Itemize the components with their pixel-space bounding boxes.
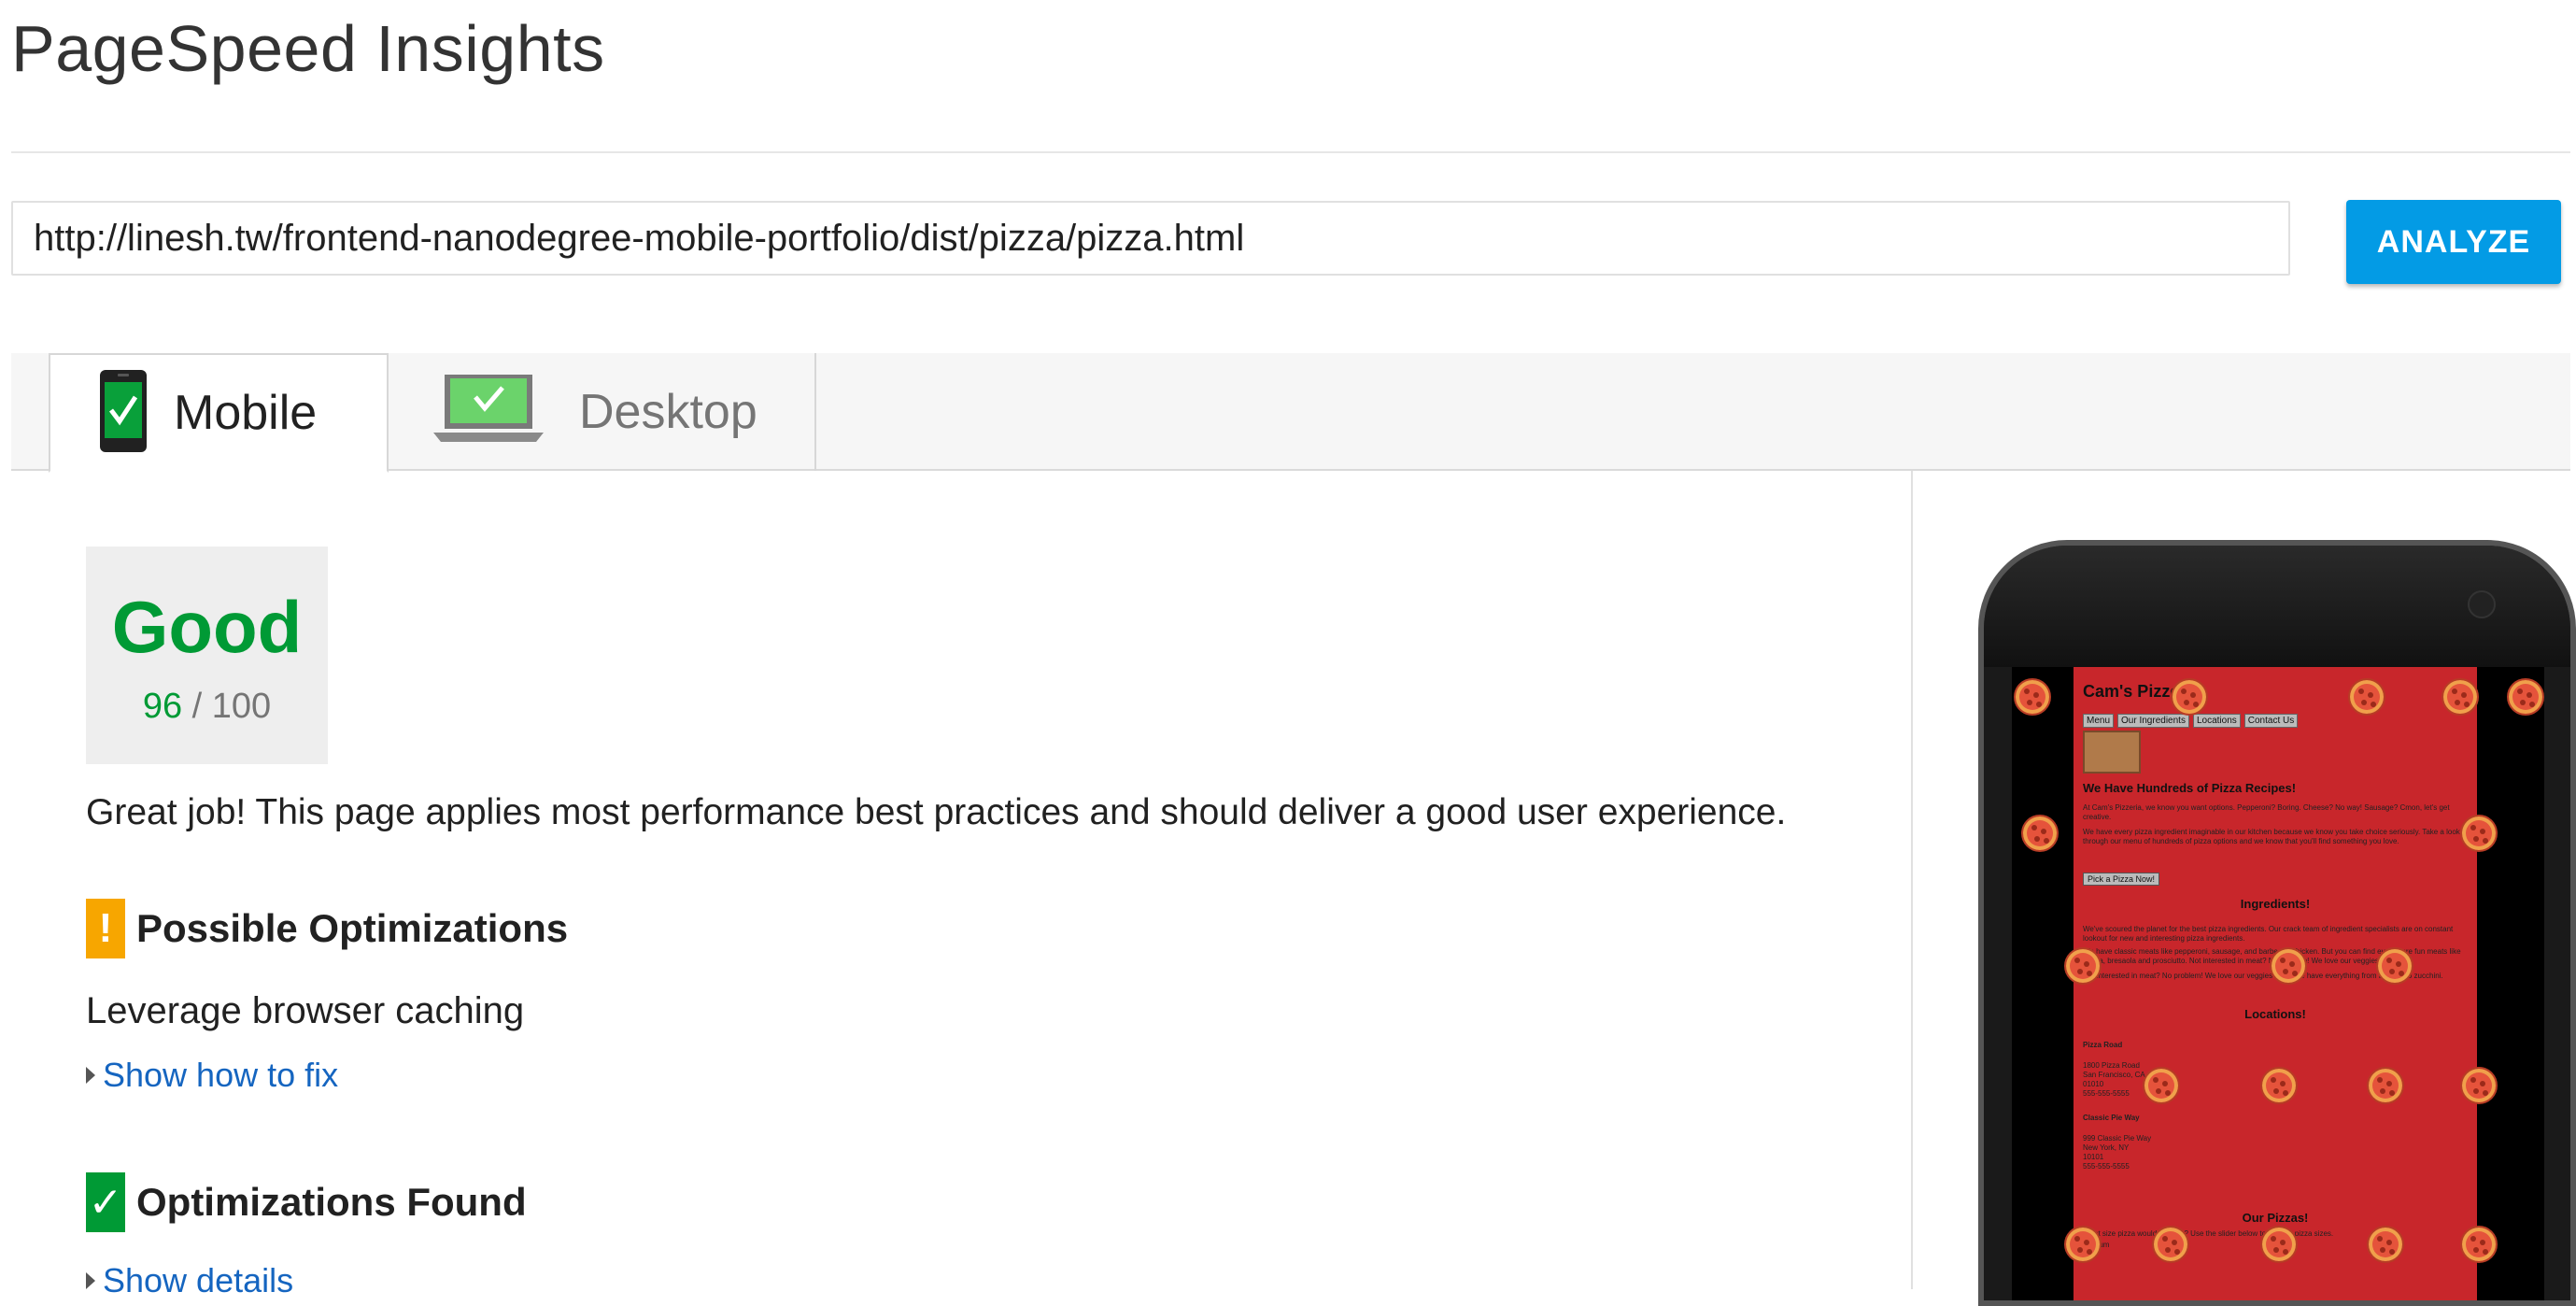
phone-screen: Cam's Pizzeria Menu Our Ingredients Loca…: [2012, 667, 2544, 1300]
preview-paragraph: We've scoured the planet for the best pi…: [2083, 925, 2454, 943]
warning-icon: !: [86, 899, 125, 958]
mobile-phone-check-icon: [99, 369, 148, 458]
check-icon: ✓: [86, 1172, 125, 1232]
score-max: / 100: [191, 687, 272, 726]
score-value-row: 96 / 100: [86, 687, 328, 727]
optimizations-found-title: Optimizations Found: [136, 1180, 527, 1224]
preview-nav-item: Menu: [2083, 714, 2115, 728]
pizza-icon: [2348, 678, 2385, 716]
preview-heading: Locations!: [2244, 1007, 2306, 1021]
possible-optimizations-header: ! Possible Optimizations: [86, 899, 568, 958]
preview-nav-item: Our Ingredients: [2117, 714, 2189, 728]
pizza-icon: [2270, 947, 2307, 985]
pizza-icon: [2260, 1226, 2298, 1263]
preview-paragraph: At Cam's Pizzeria, we know you want opti…: [2083, 803, 2450, 821]
tab-mobile[interactable]: Mobile: [49, 353, 389, 473]
expand-triangle-icon: [86, 1067, 95, 1084]
summary-text: Great job! This page applies most perfor…: [86, 792, 1787, 832]
preview-heading: Our Pizzas!: [2242, 1211, 2309, 1225]
header-divider: [11, 151, 2570, 153]
mobile-preview-phone: Cam's Pizzeria Menu Our Ingredients Loca…: [1978, 540, 2576, 1306]
score-value: 96: [142, 687, 183, 726]
preview-location-name: Pizza Road: [2083, 1041, 2123, 1049]
laptop-check-icon: [433, 373, 544, 452]
analyze-button[interactable]: ANALYZE: [2346, 200, 2561, 284]
pizza-icon: [2152, 1226, 2189, 1263]
preview-paragraph: We have every pizza ingredient imaginabl…: [2083, 828, 2460, 845]
preview-pizzeria-image: [2083, 731, 2141, 774]
content-divider: [1911, 471, 1913, 1289]
tab-mobile-label: Mobile: [174, 386, 318, 440]
pizza-icon: [2460, 1226, 2498, 1263]
expand-triangle-icon: [86, 1272, 95, 1289]
show-details-label: Show details: [103, 1261, 294, 1299]
preview-nav: Menu Our Ingredients Locations Contact U…: [2083, 714, 2299, 728]
preview-heading: We Have Hundreds of Pizza Recipes!: [2083, 781, 2297, 795]
show-how-to-fix-label: Show how to fix: [103, 1056, 339, 1094]
preview-nav-item: Contact Us: [2243, 714, 2299, 728]
preview-site: Cam's Pizzeria Menu Our Ingredients Loca…: [2074, 667, 2477, 1300]
device-tabs: Mobile Desktop: [11, 353, 2570, 473]
tab-desktop[interactable]: Desktop: [389, 353, 816, 471]
preview-heading: Ingredients!: [2240, 897, 2311, 911]
pizza-icon: [2260, 1067, 2298, 1104]
page-title: PageSpeed Insights: [11, 12, 605, 85]
pizza-icon: [2143, 1067, 2180, 1104]
url-input[interactable]: [11, 201, 2290, 276]
optimizations-found-header: ✓ Optimizations Found: [86, 1172, 527, 1232]
phone-camera-icon: [2468, 590, 2496, 618]
show-details-link[interactable]: Show details: [86, 1261, 293, 1300]
pizza-icon: [2064, 1226, 2102, 1263]
tab-desktop-label: Desktop: [579, 385, 757, 439]
pizza-icon: [2442, 678, 2479, 716]
possible-optimizations-title: Possible Optimizations: [136, 906, 569, 950]
score-label: Good: [111, 586, 303, 668]
preview-location-name: Classic Pie Way: [2083, 1114, 2140, 1122]
show-how-to-fix-link[interactable]: Show how to fix: [86, 1056, 338, 1095]
pizza-icon: [2021, 815, 2059, 852]
pizza-icon: [2460, 1067, 2498, 1104]
preview-button: Pick a Pizza Now!: [2083, 873, 2160, 886]
score-badge: Good 96 / 100: [86, 547, 328, 764]
rule-name: Leverage browser caching: [86, 990, 525, 1031]
pizza-icon: [2014, 678, 2051, 716]
preview-nav-item: Locations: [2192, 714, 2241, 728]
preview-location-address: 999 Classic Pie Way New York, NY 10101 5…: [2083, 1134, 2152, 1171]
pizza-icon: [2171, 678, 2208, 716]
pizza-icon: [2367, 1067, 2404, 1104]
pizza-icon: [2376, 947, 2413, 985]
pizza-icon: [2507, 678, 2544, 716]
pizza-icon: [2460, 815, 2498, 852]
pizza-icon: [2367, 1226, 2404, 1263]
pizza-icon: [2064, 947, 2102, 985]
